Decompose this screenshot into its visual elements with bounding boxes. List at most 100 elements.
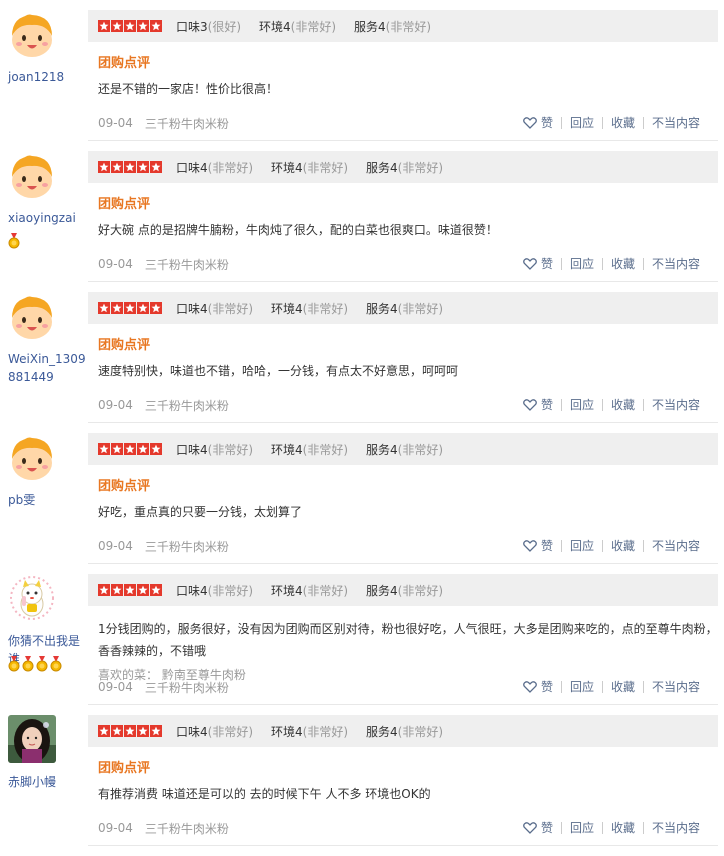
medal-icon: [22, 656, 34, 672]
score-item: 服务4(非常好): [354, 19, 432, 34]
star-icon: [98, 161, 110, 173]
review-item: joan1218 口味3(很好) 环境4(非常好) 服务4(非常好) 团购点评 还是…: [0, 0, 724, 141]
divider: [88, 845, 718, 846]
review-content: 口味4(非常好) 环境4(非常好) 服务4(非常好) 团购点评 好大碗 点的是招牌牛…: [88, 151, 718, 241]
medal-list: [8, 656, 62, 672]
report-button[interactable]: 不当内容: [642, 258, 708, 270]
star-rating: [98, 302, 162, 314]
shop-name-link[interactable]: 三千粉牛肉米粉: [145, 538, 229, 555]
reply-button[interactable]: 回应: [560, 540, 602, 552]
star-icon: [137, 584, 149, 596]
review-item: 赤脚小幔 口味4(非常好) 环境4(非常好) 服务4(非常好) 团购点评 有推荐消费…: [0, 705, 724, 846]
medal-icon: [36, 656, 48, 672]
star-icon: [150, 20, 162, 32]
medal-icon: [8, 656, 20, 672]
star-icon: [124, 443, 136, 455]
username-link[interactable]: pb雯: [8, 491, 88, 509]
heart-icon: [523, 399, 537, 411]
review-footer: 09-04 三千粉牛肉米粉 赞 回应 收藏 不当内容: [98, 536, 708, 556]
score-item: 口味4(非常好): [176, 583, 254, 598]
shop-name-link[interactable]: 三千粉牛肉米粉: [145, 679, 229, 696]
report-button[interactable]: 不当内容: [642, 822, 708, 834]
cartoon-avatar-icon[interactable]: [8, 292, 56, 340]
review-list: joan1218 口味3(很好) 环境4(非常好) 服务4(非常好) 团购点评 还是…: [0, 0, 724, 846]
review-content: 口味4(非常好) 环境4(非常好) 服务4(非常好) 团购点评 有推荐消费 味道还是…: [88, 715, 718, 805]
score-item: 口味4(非常好): [176, 301, 254, 316]
star-icon: [137, 443, 149, 455]
score-item: 环境4(非常好): [271, 724, 349, 739]
review-text: 好吃，重点真的只要一分钱，太划算了: [98, 505, 303, 519]
score-item: 服务4(非常好): [366, 583, 444, 598]
like-button[interactable]: 赞: [515, 399, 561, 411]
rating-bar: 口味4(非常好) 环境4(非常好) 服务4(非常好): [88, 292, 718, 324]
star-rating: [98, 584, 162, 596]
shop-name-link[interactable]: 三千粉牛肉米粉: [145, 115, 229, 132]
star-icon: [111, 443, 123, 455]
reply-button[interactable]: 回应: [560, 822, 602, 834]
like-button[interactable]: 赞: [515, 117, 561, 129]
photo-avatar-icon[interactable]: [8, 715, 56, 763]
favorite-button[interactable]: 收藏: [601, 540, 643, 552]
score-item: 口味4(非常好): [176, 442, 254, 457]
username-link[interactable]: xiaoyingzai: [8, 209, 88, 227]
username-link[interactable]: joan1218: [8, 68, 88, 86]
review-content: 口味4(非常好) 环境4(非常好) 服务4(非常好) 团购点评 好吃，重点真的只要一…: [88, 433, 718, 523]
review-tag: 团购点评: [98, 197, 151, 212]
review-content: 口味4(非常好) 环境4(非常好) 服务4(非常好) 团购点评 速度特别快，味道也不…: [88, 292, 718, 382]
score-item: 环境4(非常好): [271, 301, 349, 316]
review-footer: 09-04 三千粉牛肉米粉 赞 回应 收藏 不当内容: [98, 818, 708, 838]
like-button[interactable]: 赞: [515, 540, 561, 552]
favorite-button[interactable]: 收藏: [601, 399, 643, 411]
review-footer: 09-04 三千粉牛肉米粉 赞 回应 收藏 不当内容: [98, 677, 708, 697]
star-icon: [124, 302, 136, 314]
star-icon: [111, 302, 123, 314]
favorite-button[interactable]: 收藏: [601, 822, 643, 834]
shop-name-link[interactable]: 三千粉牛肉米粉: [145, 397, 229, 414]
cartoon-avatar-icon[interactable]: [8, 433, 56, 481]
review-date: 09-04: [98, 539, 133, 553]
review-text: 好大碗 点的是招牌牛腩粉，牛肉炖了很久，配的白菜也很爽口。味道很赞！: [98, 223, 498, 237]
star-icon: [98, 725, 110, 737]
report-button[interactable]: 不当内容: [642, 117, 708, 129]
report-button[interactable]: 不当内容: [642, 540, 708, 552]
star-icon: [111, 161, 123, 173]
reply-button[interactable]: 回应: [560, 681, 602, 693]
username-link[interactable]: 赤脚小幔: [8, 773, 88, 791]
reply-button[interactable]: 回应: [560, 399, 602, 411]
star-rating: [98, 161, 162, 173]
cartoon-avatar-icon[interactable]: [8, 10, 56, 58]
heart-icon: [523, 540, 537, 552]
like-button[interactable]: 赞: [515, 258, 561, 270]
review-footer: 09-04 三千粉牛肉米粉 赞 回应 收藏 不当内容: [98, 113, 708, 133]
report-button[interactable]: 不当内容: [642, 399, 708, 411]
review-date: 09-04: [98, 821, 133, 835]
star-icon: [137, 161, 149, 173]
score-item: 环境4(非常好): [271, 160, 349, 175]
like-button[interactable]: 赞: [515, 681, 561, 693]
rating-bar: 口味4(非常好) 环境4(非常好) 服务4(非常好): [88, 151, 718, 183]
star-icon: [150, 302, 162, 314]
favorite-button[interactable]: 收藏: [601, 681, 643, 693]
cartoon-avatar-icon[interactable]: [8, 151, 56, 199]
review-tag: 团购点评: [98, 338, 151, 353]
shop-name-link[interactable]: 三千粉牛肉米粉: [145, 256, 229, 273]
star-icon: [124, 20, 136, 32]
favorite-button[interactable]: 收藏: [601, 117, 643, 129]
star-icon: [150, 443, 162, 455]
star-icon: [150, 161, 162, 173]
lucky-cat-avatar-icon[interactable]: [8, 574, 56, 622]
star-icon: [111, 725, 123, 737]
username-link[interactable]: WeiXin_1309881449: [8, 350, 88, 386]
review-content: 口味4(非常好) 环境4(非常好) 服务4(非常好) 1分钱团购的，服务很好，没有因…: [88, 574, 718, 684]
score-item: 服务4(非常好): [366, 160, 444, 175]
shop-name-link[interactable]: 三千粉牛肉米粉: [145, 820, 229, 837]
reply-button[interactable]: 回应: [560, 258, 602, 270]
score-item: 口味3(很好): [176, 19, 242, 34]
review-tag: 团购点评: [98, 761, 151, 776]
star-icon: [124, 725, 136, 737]
favorite-button[interactable]: 收藏: [601, 258, 643, 270]
report-button[interactable]: 不当内容: [642, 681, 708, 693]
star-icon: [98, 302, 110, 314]
reply-button[interactable]: 回应: [560, 117, 602, 129]
like-button[interactable]: 赞: [515, 822, 561, 834]
